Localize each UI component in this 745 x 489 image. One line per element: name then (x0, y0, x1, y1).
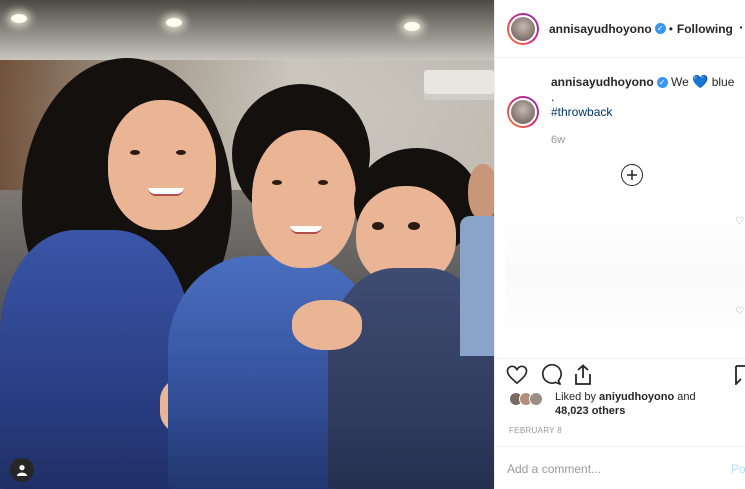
comment-like-icon[interactable]: ♡ (735, 216, 744, 227)
following-button[interactable]: Following (677, 22, 733, 36)
eye (408, 222, 420, 230)
background-shirt (460, 216, 494, 356)
person-icon (17, 465, 27, 476)
likes-count[interactable]: 48,023 others (555, 405, 625, 417)
comment-like-icon[interactable]: ♡ (735, 306, 744, 317)
faded-comments-area (505, 200, 745, 350)
caption-username[interactable]: annisayudhoyono (551, 75, 654, 89)
background-person (468, 164, 494, 220)
ceiling-light (11, 14, 27, 23)
time-ago: 6w (551, 134, 566, 146)
liked-by-joiner: and (677, 391, 696, 403)
caption-avatar[interactable] (507, 96, 539, 128)
separator-dot: • (668, 21, 673, 36)
caption-word: blue (711, 75, 735, 89)
eye (130, 150, 140, 155)
eye (176, 150, 186, 155)
face (252, 130, 356, 268)
post-header: annisayudhoyono ✓ • Following · (495, 0, 745, 58)
heart-icon[interactable] (505, 363, 529, 387)
ellipsis-icon[interactable]: · (739, 19, 744, 35)
comment-bar: Po (495, 446, 745, 489)
caption-line2: . (551, 90, 555, 104)
smile (290, 226, 322, 234)
blue-heart-emoji: 💙 (692, 74, 709, 89)
plus-circle-icon (627, 170, 637, 180)
verified-icon: ✓ (654, 23, 666, 34)
ceiling-light (166, 18, 182, 27)
action-bar (495, 358, 745, 390)
baby-arm (292, 300, 362, 350)
liker-avatar (529, 392, 543, 406)
eye (318, 180, 328, 185)
avatar[interactable] (507, 12, 539, 45)
post-photo[interactable] (0, 0, 494, 489)
smile (148, 188, 184, 196)
eye (372, 222, 384, 230)
hashtag-link[interactable]: #throwback (551, 105, 612, 119)
post-comment-button[interactable]: Po (731, 462, 745, 476)
comment-icon[interactable] (539, 363, 563, 387)
face (108, 100, 216, 230)
ceiling (0, 0, 494, 60)
load-more-comments-button[interactable] (621, 164, 643, 186)
post-date[interactable]: FEBRUARY 8 (509, 426, 562, 435)
caption-text: annisayudhoyono ✓ We 💙 blue . #throwback (551, 74, 745, 120)
eye (272, 180, 282, 185)
header-username[interactable]: annisayudhoyono (549, 22, 652, 36)
ceiling-light (404, 22, 420, 31)
bookmark-icon[interactable] (735, 363, 745, 387)
comment-input[interactable] (507, 459, 722, 479)
tagged-people-button[interactable] (10, 458, 34, 482)
likes-summary: Liked by aniyudhoyono and 48,023 others (509, 390, 745, 424)
liked-by-prefix: Liked by (555, 391, 596, 403)
liker-username[interactable]: aniyudhoyono (599, 391, 674, 403)
air-conditioner (424, 70, 494, 100)
post-sidebar: annisayudhoyono ✓ • Following · annisayu… (494, 0, 745, 489)
caption-word: We (671, 75, 689, 89)
share-icon[interactable] (571, 363, 595, 387)
blue-dress (0, 230, 190, 489)
verified-icon: ✓ (656, 77, 668, 89)
